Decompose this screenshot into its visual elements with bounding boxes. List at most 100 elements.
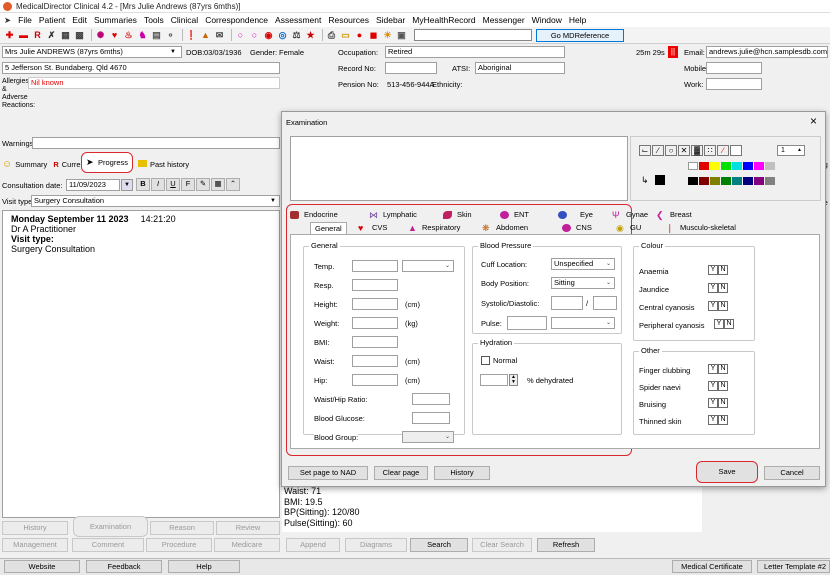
cuff-location-select[interactable]: Unspecified ⌄ xyxy=(551,258,615,270)
no-button[interactable]: N xyxy=(718,415,728,425)
scales-icon[interactable]: ⚖ xyxy=(291,30,302,41)
syringe-icon[interactable]: ✺ xyxy=(95,30,106,41)
examination-notes-textarea[interactable] xyxy=(290,136,628,201)
menu-assessment[interactable]: Assessment xyxy=(275,13,321,27)
yes-button[interactable]: Y xyxy=(708,398,718,408)
yes-button[interactable]: Y xyxy=(708,364,718,374)
save-icon[interactable]: ▣ xyxy=(396,30,407,41)
tab-lymphatic[interactable]: ⋈ Lymphatic xyxy=(369,210,417,219)
colour-swatch[interactable] xyxy=(699,162,709,170)
print-icon[interactable]: ⎙ xyxy=(326,30,337,41)
append-button[interactable]: Append xyxy=(286,538,340,552)
colour-swatch[interactable] xyxy=(765,162,775,170)
colour-swatch[interactable] xyxy=(688,162,698,170)
prescription-icon[interactable]: R xyxy=(32,30,43,41)
alert-icon[interactable]: ❗ xyxy=(186,30,197,41)
mobile-field[interactable] xyxy=(706,62,762,74)
occupation-field[interactable]: Retired xyxy=(385,46,565,58)
menu-sidebar[interactable]: Sidebar xyxy=(376,13,405,27)
height-input[interactable] xyxy=(352,298,398,310)
menu-summaries[interactable]: Summaries xyxy=(94,13,137,27)
blood-group-select[interactable]: ⌄ xyxy=(402,431,454,443)
resp-input[interactable] xyxy=(352,279,398,291)
menu-help[interactable]: Help xyxy=(569,13,586,27)
no-button[interactable]: N xyxy=(718,381,728,391)
chart-icon[interactable]: ▲ xyxy=(200,30,211,41)
review-button[interactable]: Review xyxy=(216,521,280,535)
work-field[interactable] xyxy=(706,78,762,90)
calendar-icon[interactable]: ▦ xyxy=(60,30,71,41)
temp-input[interactable] xyxy=(352,260,398,272)
tools-icon[interactable]: ✗ xyxy=(46,30,57,41)
circle-b-icon[interactable]: ○ xyxy=(249,30,260,41)
sun-icon[interactable]: ☀ xyxy=(382,30,393,41)
consultation-date-field[interactable]: 11/09/2023 xyxy=(66,179,120,191)
no-button[interactable]: N xyxy=(724,319,734,329)
audit-icon[interactable]: ⚬ xyxy=(165,30,176,41)
remove-icon[interactable]: ▬ xyxy=(18,30,29,41)
allergies-field[interactable]: Nil known xyxy=(28,77,280,89)
ink-icon[interactable]: ✎ xyxy=(196,178,210,191)
history-button[interactable]: History xyxy=(2,521,68,535)
line-width-spinner[interactable]: 1 ▲ xyxy=(777,145,805,156)
patient-name-select[interactable]: Mrs Julie ANDREWS (87yrs 6mths) ▼ xyxy=(2,46,182,58)
visit-type-select[interactable]: Surgery Consultation ▼ xyxy=(31,195,280,207)
cancel-button[interactable]: Cancel xyxy=(764,466,820,480)
collapse-icon[interactable]: ⌃ xyxy=(226,178,240,191)
tab-ent[interactable]: ENT xyxy=(500,210,529,219)
diagrams-button[interactable]: Diagrams xyxy=(345,538,407,552)
colour-swatch[interactable] xyxy=(688,177,698,185)
tab-progress-highlight[interactable]: ➤ Progress xyxy=(81,152,133,173)
reason-button[interactable]: Reason xyxy=(150,521,214,535)
menu-myhealthrecord[interactable]: MyHealthRecord xyxy=(412,13,475,27)
colour-swatch[interactable] xyxy=(732,177,742,185)
waist-hip-ratio-input[interactable] xyxy=(412,393,450,405)
comment-button[interactable]: Comment xyxy=(72,538,144,552)
tab-breast[interactable]: ❮ Breast xyxy=(656,210,692,219)
curve-tool-icon[interactable]: ↳ xyxy=(641,175,649,186)
tab-endocrine[interactable]: Endocrine xyxy=(290,210,338,219)
yes-button[interactable]: Y xyxy=(708,283,718,293)
colour-swatch[interactable] xyxy=(743,162,753,170)
colour-swatch[interactable] xyxy=(721,162,731,170)
menu-messenger[interactable]: Messenger xyxy=(483,13,525,27)
dialog-history-button[interactable]: History xyxy=(434,466,490,480)
blood-glucose-input[interactable] xyxy=(412,412,450,424)
help-button[interactable]: Help xyxy=(168,560,240,573)
font-icon[interactable]: F xyxy=(181,178,195,191)
close-icon[interactable]: × xyxy=(810,114,817,128)
pulse-input[interactable] xyxy=(507,316,547,330)
calendar-dropdown-icon[interactable]: ▼ xyxy=(121,179,133,191)
lab-icon[interactable]: ♨ xyxy=(123,30,134,41)
tab-abdomen[interactable]: ❋ Abdomen xyxy=(482,223,528,232)
menu-edit[interactable]: Edit xyxy=(72,13,87,27)
tab-musculo-skeletal[interactable]: ❘ Musculo-skeletal xyxy=(666,223,736,232)
eraser-icon[interactable] xyxy=(730,145,742,156)
tab-summary[interactable]: Summary xyxy=(15,160,47,169)
diastolic-input[interactable] xyxy=(593,296,617,310)
add-icon[interactable]: ✚ xyxy=(4,30,15,41)
temp-unit-select[interactable]: ⌄ xyxy=(402,260,454,272)
hip-input[interactable] xyxy=(352,374,398,386)
record-field[interactable] xyxy=(385,62,437,74)
menu-file[interactable]: File xyxy=(18,13,32,27)
bold-icon[interactable]: B xyxy=(136,178,150,191)
corner-shape-icon[interactable]: ⌙ xyxy=(639,145,651,156)
tab-cvs[interactable]: ♥ CVS xyxy=(358,223,387,232)
yes-button[interactable]: Y xyxy=(708,301,718,311)
search-button[interactable]: Search xyxy=(410,538,468,552)
marker-icon[interactable]: ● xyxy=(354,30,365,41)
tab-eye[interactable]: Eye xyxy=(580,210,593,219)
yes-button[interactable]: Y xyxy=(708,265,718,275)
weight-input[interactable] xyxy=(352,317,398,329)
mdreference-search-input[interactable] xyxy=(414,29,532,41)
systolic-input[interactable] xyxy=(551,296,583,310)
menu-tools[interactable]: Tools xyxy=(144,13,164,27)
menu-correspondence[interactable]: Correspondence xyxy=(205,13,268,27)
web-icon[interactable]: ◎ xyxy=(277,30,288,41)
pulse-type-select[interactable]: ⌄ xyxy=(551,317,615,329)
tab-past-history[interactable]: Past history xyxy=(150,160,189,169)
body-icon[interactable]: ♞ xyxy=(137,30,148,41)
set-page-to-nad-button[interactable]: Set page to NAD xyxy=(288,466,368,480)
refer-icon[interactable]: ★ xyxy=(305,30,316,41)
